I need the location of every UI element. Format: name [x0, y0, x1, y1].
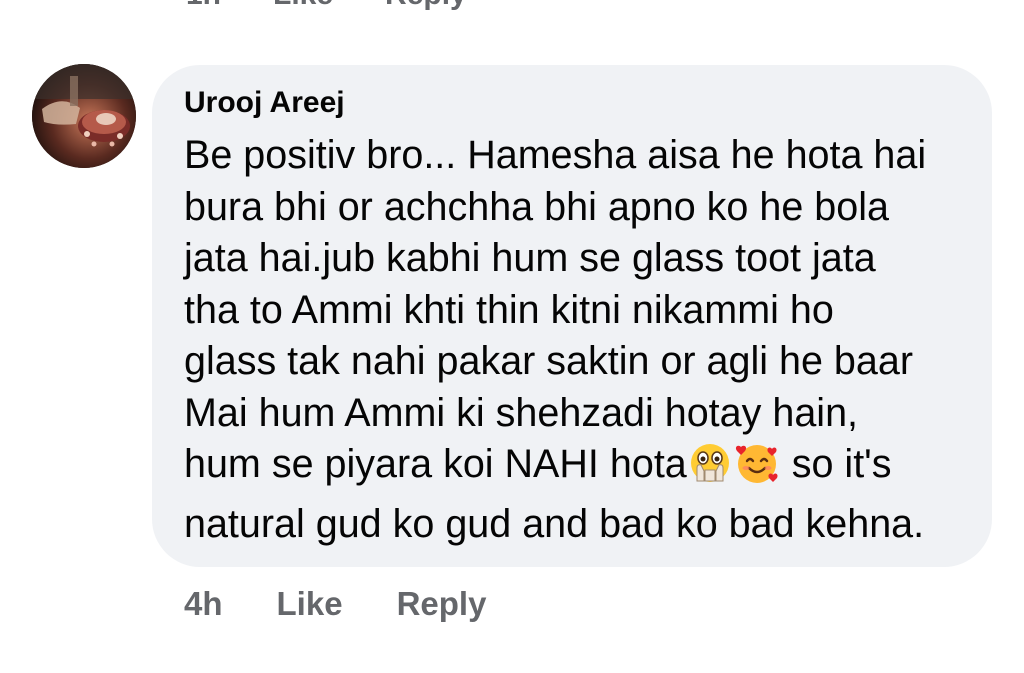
avatar[interactable]	[32, 64, 136, 168]
smiling-face-with-hearts-emoji	[734, 441, 780, 499]
like-button[interactable]: Like	[277, 585, 343, 623]
comment-line-segment: so it's	[780, 442, 892, 486]
comment-line: jata hai.jub kabhi hum se glass toot jat…	[184, 236, 876, 280]
comment-line: natural gud ko gud and bad ko bad kehna.	[184, 501, 925, 546]
previous-comment-actions: 1h Like Reply	[186, 0, 467, 12]
comment-line: tha to Ammi khti thin kitni nikammi ho	[184, 287, 834, 332]
comment-line-with-emoji: hum se piyara koi NAHI hota so it's	[184, 439, 962, 499]
avatar-image	[32, 64, 136, 168]
face-with-open-eyes-and-hand-over-mouth-emoji	[688, 441, 732, 499]
comment-line: glass tak nahi pakar saktin or agli he b…	[184, 339, 913, 383]
comment-author[interactable]: Urooj Areej	[184, 83, 962, 123]
comment-actions: 4h Like Reply	[184, 585, 486, 623]
previous-comment-time: 1h	[186, 0, 221, 12]
comment-line: Be positiv bro... Hamesha aisa he hota h…	[184, 133, 927, 177]
reply-button[interactable]: Reply	[397, 585, 487, 623]
comment-bubble: Urooj Areej Be positiv bro... Hamesha ai…	[152, 65, 992, 567]
comment-line: bura bhi or achchha bhi apno ko he bola	[184, 184, 889, 229]
previous-like-button[interactable]: Like	[273, 0, 333, 12]
comment-text: Be positiv bro... Hamesha aisa he hota h…	[184, 130, 962, 550]
comment-line-segment: hum se piyara koi NAHI hota	[184, 442, 687, 486]
previous-reply-button[interactable]: Reply	[385, 0, 467, 12]
comment-line: Mai hum Ammi ki shehzadi hotay hain,	[184, 390, 859, 435]
comment-timestamp[interactable]: 4h	[184, 585, 223, 623]
comment-thread: 1h Like Reply Urooj Ar	[0, 0, 1024, 673]
